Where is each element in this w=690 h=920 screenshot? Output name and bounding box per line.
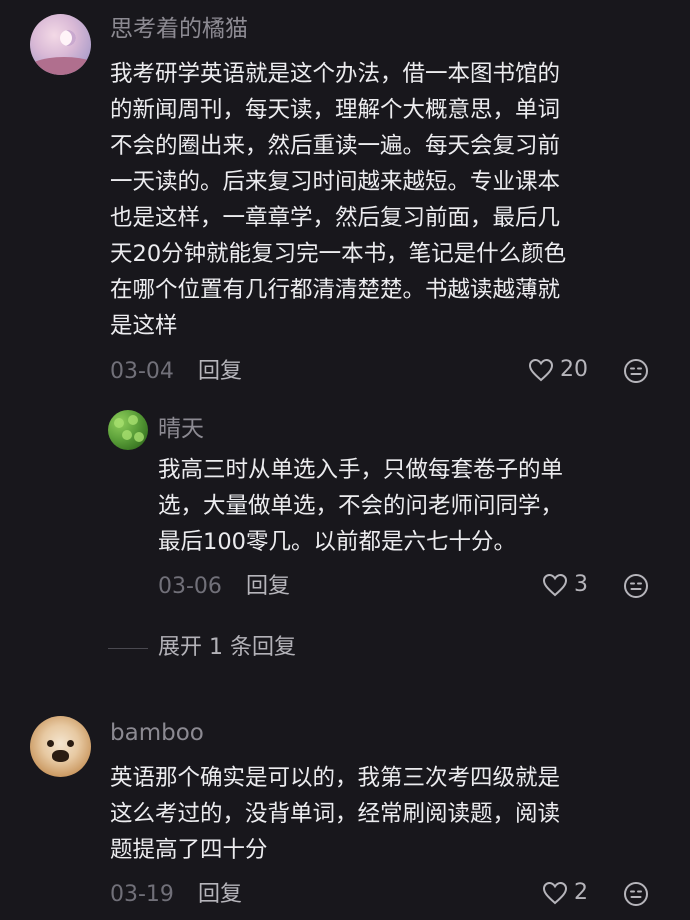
like-button[interactable]: 20 [528,355,588,385]
emoji-face-icon[interactable] [623,881,649,916]
avatar[interactable] [108,410,148,450]
avatar[interactable] [30,14,91,75]
comment-date: 03-19 [110,882,174,907]
heart-outline-icon [542,881,568,905]
comment-meta: 03-04 回复 20 [110,357,670,387]
emoji-face-icon[interactable] [623,358,649,393]
expand-replies-label[interactable]: 展开 1 条回复 [158,633,296,663]
comment-username[interactable]: 思考着的橘猫 [110,14,248,44]
expand-divider [108,647,148,649]
heart-outline-icon [542,573,568,597]
comment-text: 英语那个确实是可以的，我第三次考四级就是 这么考过的，没背单词，经常刷阅读题，阅… [110,765,561,863]
comment-username[interactable]: bamboo [110,718,204,748]
reply-meta: 03-06 回复 3 [158,572,658,602]
avatar-hill [30,57,91,75]
like-count: 2 [574,880,588,905]
reply-button[interactable]: 回复 [198,880,242,910]
expand-replies[interactable]: 展开 1 条回复 [108,633,296,663]
like-count: 20 [560,357,588,382]
like-button[interactable]: 3 [542,570,588,600]
avatar[interactable] [30,716,91,777]
avatar-leaf [128,415,138,425]
reply-text: 我高三时从单选入手，只做每套卷子的单 选，大量做单选，不会的问老师问同学， 最后… [158,457,564,555]
avatar-eye [67,740,74,747]
avatar-moon [60,30,76,46]
avatar-leaf [122,430,132,440]
avatar-eye [47,740,54,747]
avatar-leaf [114,418,124,428]
reply-date: 03-06 [158,574,222,599]
comment-text: 我考研学英语就是这个办法，借一本图书馆的 的新闻周刊，每天读，理解个大概意思，单… [110,61,567,339]
like-button[interactable]: 2 [542,878,588,908]
comment-meta: 03-19 回复 2 [110,880,670,910]
reply-username[interactable]: 晴天 [158,414,204,444]
avatar-nose [52,750,69,762]
reply-button[interactable]: 回复 [246,572,290,602]
heart-outline-icon [528,358,554,382]
avatar-leaf [134,432,144,442]
like-count: 3 [574,572,588,597]
comment-date: 03-04 [110,359,174,384]
reply-button[interactable]: 回复 [198,357,242,387]
emoji-face-icon[interactable] [623,573,649,608]
